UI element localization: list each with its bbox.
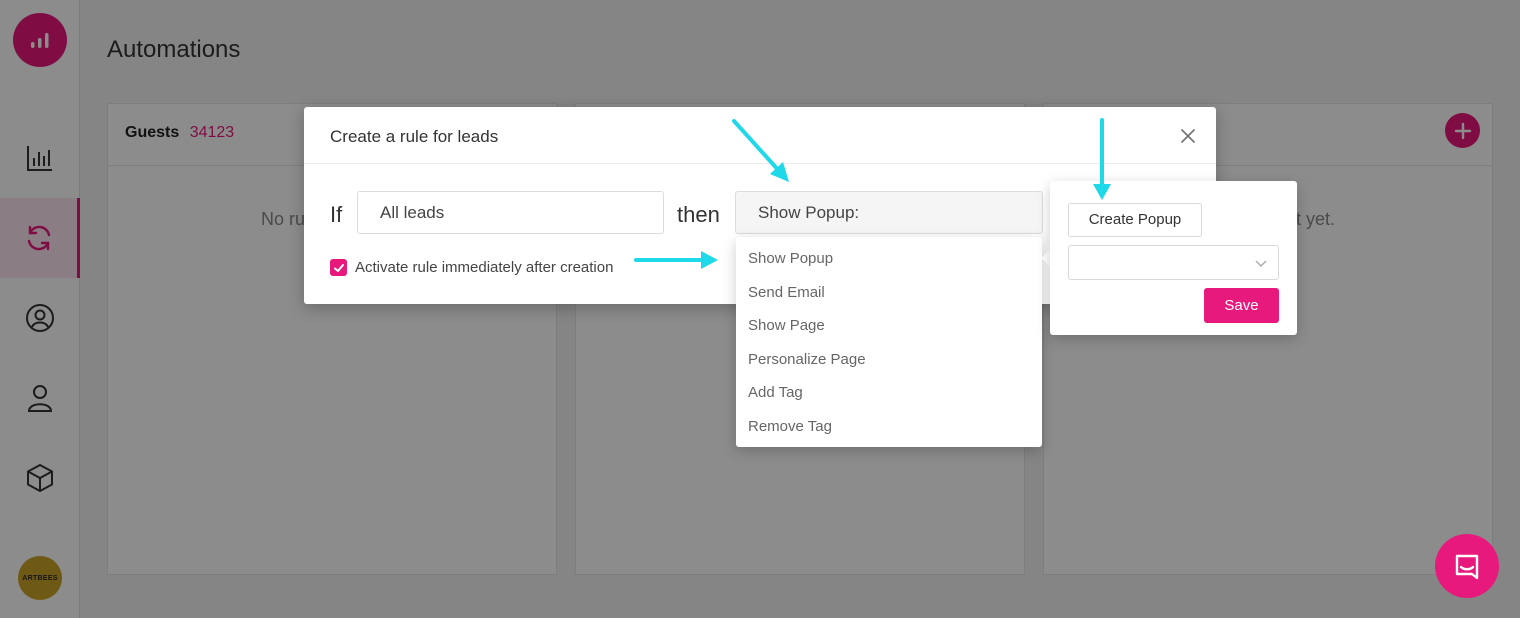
- if-label: If: [330, 202, 343, 227]
- modal-header: Create a rule for leads: [304, 107, 1216, 164]
- action-select[interactable]: Show Popup:: [735, 191, 1043, 234]
- action-dropdown: Show Popup Send Email Show Page Personal…: [736, 237, 1042, 447]
- close-icon: [1181, 129, 1195, 143]
- chevron-down-icon: [1255, 260, 1267, 267]
- close-button[interactable]: [1177, 125, 1199, 147]
- activate-rule-row: Activate rule immediately after creation: [330, 259, 613, 276]
- dropdown-option[interactable]: Show Page: [736, 309, 1042, 343]
- dropdown-option[interactable]: Send Email: [736, 276, 1042, 310]
- modal-title: Create a rule for leads: [330, 127, 499, 146]
- dropdown-option[interactable]: Personalize Page: [736, 343, 1042, 377]
- then-label: then: [677, 202, 720, 227]
- dropdown-option[interactable]: Add Tag: [736, 376, 1042, 410]
- save-button[interactable]: Save: [1204, 288, 1279, 323]
- popup-popover: Create Popup Save: [1050, 181, 1297, 335]
- create-popup-button[interactable]: Create Popup: [1068, 203, 1202, 237]
- checkmark-icon: [333, 263, 344, 272]
- activate-rule-checkbox[interactable]: [330, 259, 347, 276]
- condition-select[interactable]: All leads: [357, 191, 664, 234]
- dropdown-option[interactable]: Remove Tag: [736, 410, 1042, 444]
- activate-rule-label: Activate rule immediately after creation: [355, 259, 614, 276]
- dropdown-option[interactable]: Show Popup: [736, 242, 1042, 276]
- popup-select[interactable]: [1068, 245, 1279, 280]
- chat-icon: [1455, 554, 1479, 580]
- chat-widget-button[interactable]: [1435, 534, 1499, 598]
